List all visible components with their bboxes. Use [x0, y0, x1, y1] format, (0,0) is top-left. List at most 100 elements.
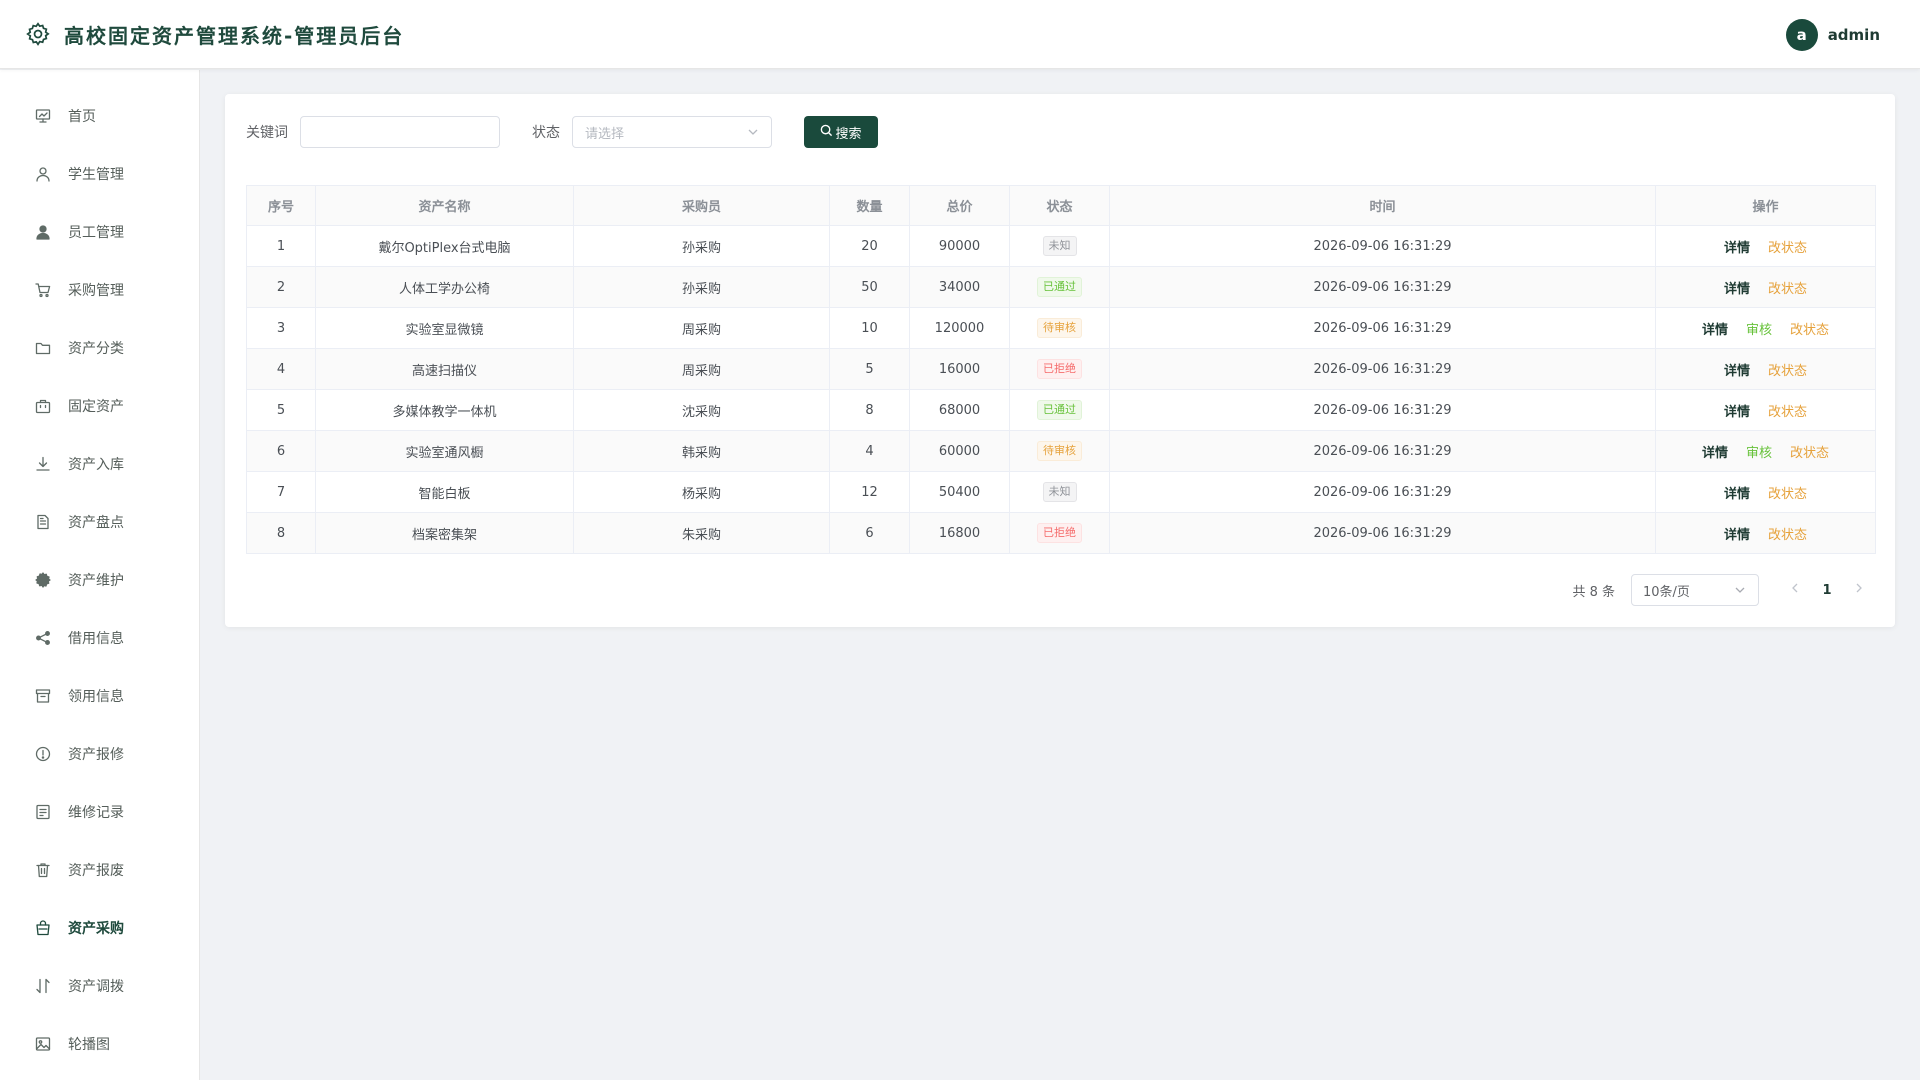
cell-total: 90000 — [909, 225, 1010, 267]
sidebar-item-briefcase[interactable]: 固定资产 — [0, 377, 199, 435]
next-page-button[interactable] — [1843, 574, 1875, 606]
user-filled-icon — [34, 223, 52, 241]
status-badge: 待审核 — [1037, 441, 1082, 461]
change-status-button[interactable]: 改状态 — [1790, 319, 1829, 338]
sidebar-item-warning-circle[interactable]: 资产报修 — [0, 725, 199, 783]
change-status-button[interactable]: 改状态 — [1790, 442, 1829, 461]
cell-buyer: 孙采购 — [573, 266, 830, 308]
page-size-value: 10条/页 — [1643, 584, 1690, 600]
shopping-bag-icon — [34, 919, 52, 937]
detail-button[interactable]: 详情 — [1724, 483, 1750, 502]
cell-buyer: 韩采购 — [573, 430, 830, 472]
sidebar-item-share[interactable]: 借用信息 — [0, 609, 199, 667]
cell-time: 2026-09-06 16:31:29 — [1109, 512, 1656, 554]
status-badge: 已拒绝 — [1037, 359, 1082, 379]
sidebar-item-trash[interactable]: 资产报废 — [0, 841, 199, 899]
sidebar-item-shopping-bag[interactable]: 资产采购 — [0, 899, 199, 957]
gear-icon — [34, 571, 52, 589]
change-status-button[interactable]: 改状态 — [1768, 524, 1807, 543]
sidebar-item-document[interactable]: 资产盘点 — [0, 493, 199, 551]
col-header-total: 总价 — [909, 185, 1010, 226]
status-select-placeholder: 请选择 — [585, 126, 625, 142]
status-badge: 已通过 — [1037, 277, 1082, 297]
sidebar-item-download[interactable]: 资产入库 — [0, 435, 199, 493]
sidebar-item-label: 资产调拨 — [68, 979, 124, 995]
cell-total: 16800 — [909, 512, 1010, 554]
cell-qty: 50 — [829, 266, 910, 308]
col-header-no: 序号 — [246, 185, 316, 226]
change-status-button[interactable]: 改状态 — [1768, 483, 1807, 502]
cell-name: 戴尔OptiPlex台式电脑 — [315, 225, 574, 267]
cell-no: 8 — [246, 512, 316, 554]
avatar[interactable]: a — [1785, 19, 1818, 51]
cell-buyer: 沈采购 — [573, 389, 830, 431]
briefcase-icon — [34, 397, 52, 415]
table-row: 2 人体工学办公椅 孙采购 50 34000 已通过 2026-09-06 16:31:29… — [246, 266, 1876, 308]
sidebar-item-cart[interactable]: 采购管理 — [0, 261, 199, 319]
cell-name: 实验室通风橱 — [315, 430, 574, 472]
cell-actions: 详情 改状态 — [1655, 512, 1876, 554]
search-button[interactable]: 搜索 — [804, 116, 878, 148]
page-size-select[interactable]: 10条/页 — [1631, 574, 1759, 606]
sidebar-item-label: 员工管理 — [68, 225, 124, 241]
col-header-qty: 数量 — [829, 185, 910, 226]
prev-page-button[interactable] — [1779, 574, 1811, 606]
cell-qty: 5 — [829, 348, 910, 390]
cell-no: 3 — [246, 307, 316, 349]
status-select[interactable]: 请选择 — [572, 116, 772, 148]
change-status-button[interactable]: 改状态 — [1768, 237, 1807, 256]
keyword-input[interactable] — [300, 116, 500, 148]
change-status-button[interactable]: 改状态 — [1768, 401, 1807, 420]
table-row: 3 实验室显微镜 周采购 10 120000 待审核 2026-09-06 16:31:29… — [246, 307, 1876, 349]
cell-buyer: 周采购 — [573, 307, 830, 349]
cell-time: 2026-09-06 16:31:29 — [1109, 266, 1656, 308]
cell-actions: 详情 改状态 — [1655, 389, 1876, 431]
detail-button[interactable]: 详情 — [1702, 319, 1728, 338]
detail-button[interactable]: 详情 — [1724, 524, 1750, 543]
cell-name: 高速扫描仪 — [315, 348, 574, 390]
sidebar-item-box[interactable]: 领用信息 — [0, 667, 199, 725]
sidebar-item-label: 维修记录 — [68, 805, 124, 821]
picture-icon — [34, 1035, 52, 1053]
chevron-left-icon — [1789, 582, 1801, 598]
detail-button[interactable]: 详情 — [1724, 237, 1750, 256]
detail-button[interactable]: 详情 — [1702, 442, 1728, 461]
cell-total: 68000 — [909, 389, 1010, 431]
table-row: 7 智能白板 杨采购 12 50400 未知 2026-09-06 16:31:29 详情 改状… — [246, 471, 1876, 513]
cell-no: 1 — [246, 225, 316, 267]
detail-button[interactable]: 详情 — [1724, 278, 1750, 297]
user-menu[interactable]: a admin — [1785, 19, 1880, 51]
share-icon — [34, 629, 52, 647]
sidebar-item-picture[interactable]: 轮播图 — [0, 1015, 199, 1073]
sidebar-item-label: 资产报修 — [68, 747, 124, 763]
detail-button[interactable]: 详情 — [1724, 360, 1750, 379]
cell-status: 待审核 — [1009, 430, 1110, 472]
audit-button[interactable]: 审核 — [1746, 319, 1772, 338]
sidebar-item-notebook[interactable]: 维修记录 — [0, 783, 199, 841]
cell-total: 50400 — [909, 471, 1010, 513]
sidebar-item-label: 领用信息 — [68, 689, 124, 705]
username[interactable]: admin — [1828, 26, 1880, 44]
page-number[interactable]: 1 — [1811, 574, 1843, 606]
box-icon — [34, 687, 52, 705]
sidebar-item-dashboard[interactable]: 首页 — [0, 87, 199, 145]
sidebar-item-user-outline[interactable]: 学生管理 — [0, 145, 199, 203]
cell-time: 2026-09-06 16:31:29 — [1109, 225, 1656, 267]
cell-qty: 20 — [829, 225, 910, 267]
change-status-button[interactable]: 改状态 — [1768, 278, 1807, 297]
cell-time: 2026-09-06 16:31:29 — [1109, 430, 1656, 472]
sidebar-item-sort[interactable]: 资产调拨 — [0, 957, 199, 1015]
sidebar: 首页 学生管理员工管理采购管理 资产分类 固定资产 资产入库 资产盘点 资产维护 借用信息领用… — [0, 70, 200, 1080]
sidebar-item-folder[interactable]: 资产分类 — [0, 319, 199, 377]
col-header-status: 状态 — [1009, 185, 1110, 226]
status-badge: 未知 — [1042, 236, 1077, 256]
pagination-total: 共 8 条 — [1572, 584, 1615, 600]
notebook-icon — [34, 803, 52, 821]
change-status-button[interactable]: 改状态 — [1768, 360, 1807, 379]
audit-button[interactable]: 审核 — [1746, 442, 1772, 461]
cell-total: 34000 — [909, 266, 1010, 308]
sidebar-item-gear[interactable]: 资产维护 — [0, 551, 199, 609]
cell-status: 待审核 — [1009, 307, 1110, 349]
detail-button[interactable]: 详情 — [1724, 401, 1750, 420]
sidebar-item-user-filled[interactable]: 员工管理 — [0, 203, 199, 261]
